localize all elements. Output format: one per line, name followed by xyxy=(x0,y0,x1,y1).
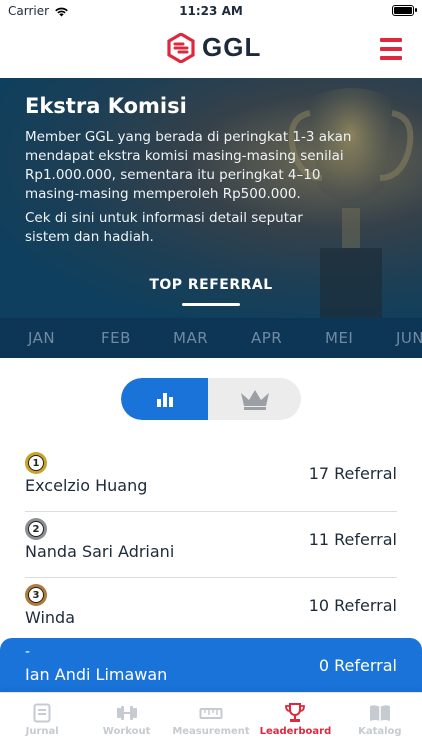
member-name: Excelzio Huang xyxy=(25,476,148,495)
tab-indicator xyxy=(182,303,240,306)
toggle-ranking-button[interactable] xyxy=(121,378,208,420)
leaderboard-list: 1 Excelzio Huang 17 Referral 2 Nanda Sar… xyxy=(25,446,397,644)
app-header: GGL xyxy=(0,22,422,78)
hero-description: Member GGL yang berada di peringkat 1-3 … xyxy=(25,129,352,202)
toggle-hall-of-fame-button[interactable] xyxy=(208,378,301,420)
table-row[interactable]: 3 Winda 10 Referral xyxy=(25,578,397,644)
status-bar: Carrier 11:23 AM xyxy=(0,0,422,22)
hamburger-menu-icon[interactable] xyxy=(380,38,402,60)
silver-medal-icon: 2 xyxy=(25,518,47,540)
tab-leaderboard[interactable]: Leaderboard xyxy=(253,693,337,750)
tab-jurnal[interactable]: Jurnal xyxy=(0,693,84,750)
month-jun[interactable]: JUN xyxy=(396,329,422,347)
tab-katalog[interactable]: Katalog xyxy=(338,693,422,750)
ggl-logo-icon xyxy=(167,32,195,63)
month-mei[interactable]: MEI xyxy=(325,329,353,347)
bar-chart-icon xyxy=(156,393,173,407)
referral-count: 10 Referral xyxy=(308,596,397,615)
ruler-icon xyxy=(199,708,223,719)
status-time: 11:23 AM xyxy=(179,4,243,18)
hero-title: Ekstra Komisi xyxy=(25,94,187,118)
table-row[interactable]: 2 Nanda Sari Adriani 11 Referral xyxy=(25,512,397,578)
month-selector: JAN FEB MAR APR MEI JUN xyxy=(0,318,422,358)
book-icon xyxy=(369,705,390,721)
journal-icon xyxy=(33,703,51,723)
month-jan[interactable]: JAN xyxy=(28,329,55,347)
gold-medal-icon: 1 xyxy=(25,452,47,474)
hero-info: Cek di sini untuk informasi detail seput… xyxy=(25,210,303,245)
battery-icon xyxy=(392,5,417,16)
current-user-name: Ian Andi Limawan xyxy=(25,665,168,684)
brand-logo[interactable]: GGL xyxy=(166,32,261,63)
bronze-medal-icon: 3 xyxy=(25,584,47,606)
member-name: Nanda Sari Adriani xyxy=(25,542,175,561)
brand-name: GGL xyxy=(202,32,262,62)
member-name: Winda xyxy=(25,608,76,627)
referral-count: 11 Referral xyxy=(308,530,397,549)
tab-measurement[interactable]: Measurement xyxy=(169,693,253,750)
current-user-rank: - xyxy=(25,644,31,660)
crown-icon xyxy=(240,390,269,410)
hero-banner: Ekstra Komisi Member GGL yang berada di … xyxy=(0,78,422,318)
view-toggle xyxy=(121,378,301,420)
trophy-icon xyxy=(285,703,306,722)
dumbbell-icon xyxy=(116,706,137,720)
current-user-referral-count: 0 Referral xyxy=(318,656,397,675)
month-mar[interactable]: MAR xyxy=(173,329,208,347)
tab-workout[interactable]: Workout xyxy=(84,693,168,750)
bottom-tab-bar: Jurnal Workout Measurement Leaderboard K… xyxy=(0,692,422,750)
tab-top-referral[interactable]: TOP REFERRAL xyxy=(0,277,422,293)
referral-count: 17 Referral xyxy=(308,464,397,483)
month-feb[interactable]: FEB xyxy=(101,329,131,347)
current-user-row[interactable]: - Ian Andi Limawan 0 Referral xyxy=(0,638,422,700)
month-apr[interactable]: APR xyxy=(251,329,282,347)
table-row[interactable]: 1 Excelzio Huang 17 Referral xyxy=(25,446,397,512)
